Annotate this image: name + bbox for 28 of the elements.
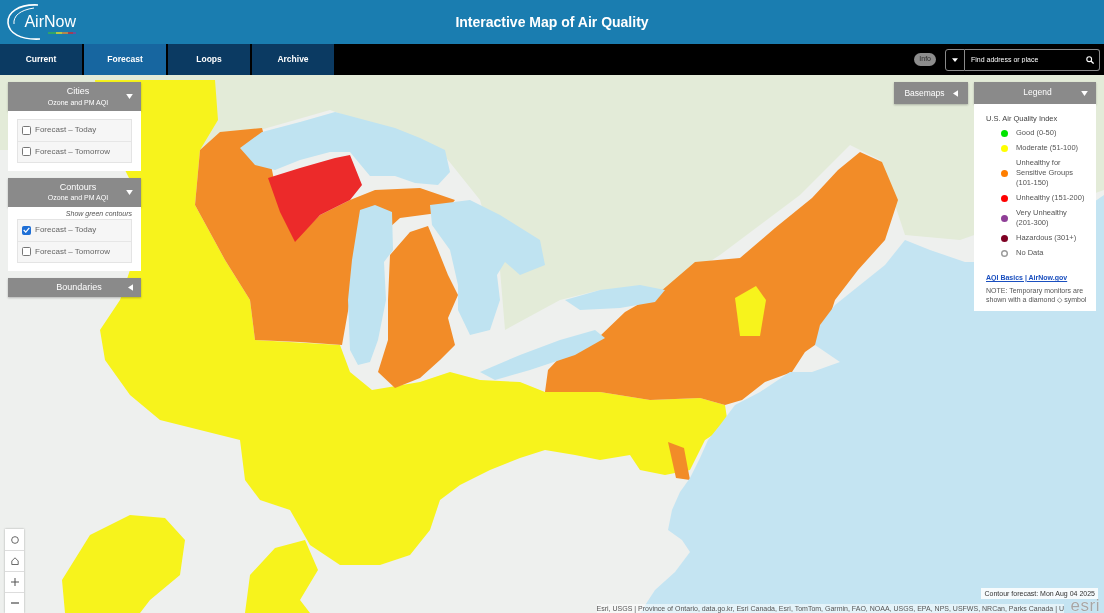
home-icon [10, 557, 19, 565]
search-options-button[interactable] [945, 48, 965, 71]
caret-icon [952, 57, 958, 62]
plus-icon [10, 578, 19, 586]
panel-header[interactable]: Boundaries [8, 277, 141, 298]
checkbox-option[interactable]: Forecast – Tomorrow [18, 140, 131, 162]
checkbox-option[interactable]: Forecast – Tomorrow [18, 240, 131, 262]
checkbox-option[interactable]: Forecast – Today [18, 119, 131, 141]
locate-button[interactable] [5, 529, 24, 550]
zoom-in-button[interactable] [5, 571, 24, 592]
nav-tab[interactable]: Current [0, 44, 82, 75]
nav-tab[interactable]: Forecast [84, 44, 166, 75]
checkbox[interactable] [22, 147, 31, 157]
checkbox-option[interactable]: Forecast – Today [18, 219, 131, 241]
checkbox[interactable] [22, 225, 31, 235]
nav-tab[interactable]: Archive [252, 44, 334, 75]
checkbox[interactable] [22, 247, 31, 257]
checkbox[interactable] [22, 125, 31, 135]
minus-icon [10, 602, 19, 604]
page-title: Interactive Map of Air Quality [455, 12, 649, 32]
home-button[interactable] [5, 550, 24, 571]
circle-icon [10, 535, 19, 544]
logo[interactable]: AirNow [4, 2, 78, 42]
basemaps-button[interactable]: Basemaps [894, 82, 968, 104]
nav-tab[interactable]: Loops [168, 44, 250, 75]
search-icon[interactable] [1086, 55, 1094, 64]
legend-header[interactable]: Legend [974, 82, 1096, 104]
zoom-out-button[interactable] [5, 592, 24, 613]
